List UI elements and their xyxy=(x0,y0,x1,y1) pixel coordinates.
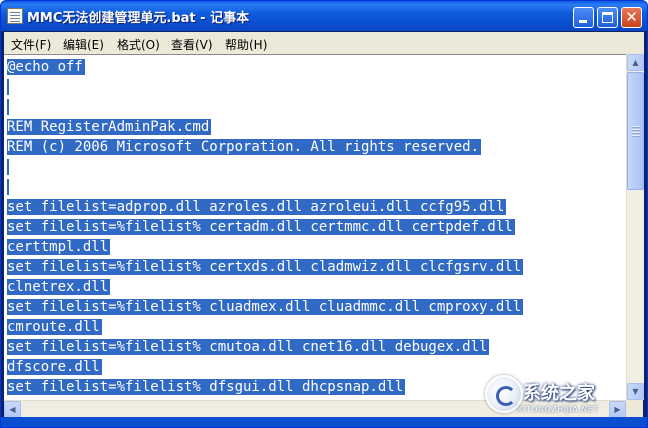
editor-line: REM (c) 2006 Microsoft Corporation. All … xyxy=(7,137,523,157)
minimize-icon xyxy=(579,20,587,23)
grip-line xyxy=(632,126,640,127)
title-bar[interactable]: MMC无法创建管理单元.bat - 记事本 ✕ xyxy=(1,1,647,31)
editor-line: @echo off xyxy=(7,57,523,77)
line-text xyxy=(7,179,9,195)
close-icon: ✕ xyxy=(625,8,638,26)
line-text: clnetrex.dll xyxy=(7,279,111,295)
window-title: MMC无法创建管理单元.bat - 记事本 xyxy=(27,11,250,26)
line-text xyxy=(7,159,9,175)
editor-line: set filelist=%filelist% cluadmex.dll clu… xyxy=(7,297,524,317)
editor-line: clnetrex.dll xyxy=(7,277,523,297)
editor-line: dfscore.dll xyxy=(7,357,523,377)
line-text: @echo off xyxy=(7,59,85,75)
notepad-window: MMC无法创建管理单元.bat - 记事本 ✕ 文件(F) 编辑(E) 格式(O… xyxy=(0,0,648,428)
line-text: set filelist=%filelist% cluadmex.dll clu… xyxy=(7,299,524,315)
minimize-button[interactable] xyxy=(573,7,594,28)
editor-line: REM RegisterAdminPak.cmd xyxy=(7,117,523,137)
scroll-left-button[interactable]: ◀ xyxy=(4,401,21,418)
editor-line: set filelist=%filelist% cmutoa.dll cnet1… xyxy=(7,337,523,357)
watermark-subtitle: XITONGZHIJIA.NET xyxy=(517,405,599,414)
menu-file[interactable]: 文件(F) xyxy=(11,36,51,53)
notepad-icon[interactable] xyxy=(7,8,23,24)
editor-line xyxy=(7,157,523,177)
vertical-scrollbar[interactable]: ▲ ▼ xyxy=(626,54,644,400)
menu-edit[interactable]: 编辑(E) xyxy=(63,36,104,53)
editor-line: set filelist=%filelist% dfsgui.dll dhcps… xyxy=(7,377,523,397)
editor-lines: @echo off REM RegisterAdminPak.cmd REM (… xyxy=(7,57,524,397)
menu-view[interactable]: 查看(V) xyxy=(171,36,213,53)
close-button[interactable]: ✕ xyxy=(621,7,642,28)
menu-format[interactable]: 格式(O) xyxy=(117,36,160,53)
editor-line: set filelist=%filelist% certadm.dll cert… xyxy=(7,217,523,237)
watermark-title: 系统之家 xyxy=(523,383,595,404)
line-text: set filelist=%filelist% dfsgui.dll dhcps… xyxy=(7,379,406,395)
chevron-up-icon: ▲ xyxy=(632,58,639,67)
line-text: set filelist=%filelist% cmutoa.dll cnet1… xyxy=(7,339,490,355)
scroll-up-button[interactable]: ▲ xyxy=(627,54,644,71)
editor-line: certtmpl.dll xyxy=(7,237,523,257)
line-text: dfscore.dll xyxy=(7,359,102,375)
site-watermark: 系统之家 XITONGZHIJIA.NET xyxy=(471,371,647,427)
line-text: cmroute.dll xyxy=(7,319,102,335)
editor-line: cmroute.dll xyxy=(7,317,523,337)
chevron-left-icon: ◀ xyxy=(9,405,16,414)
editor-line: set filelist=adprop.dll azroles.dll azro… xyxy=(7,197,523,217)
line-text: set filelist=adprop.dll azroles.dll azro… xyxy=(7,199,507,215)
scroll-thumb[interactable] xyxy=(627,72,644,190)
maximize-button[interactable] xyxy=(597,7,618,28)
grip-line xyxy=(632,132,640,133)
menu-help[interactable]: 帮助(H) xyxy=(225,36,267,53)
editor-line xyxy=(7,177,523,197)
line-text xyxy=(7,79,9,95)
line-text: certtmpl.dll xyxy=(7,239,111,255)
grip-line xyxy=(632,129,640,130)
maximize-icon xyxy=(602,12,613,23)
grip-line xyxy=(632,135,640,136)
line-text: set filelist=%filelist% certxds.dll clad… xyxy=(7,259,524,275)
editor-line xyxy=(7,97,523,117)
line-text: REM (c) 2006 Microsoft Corporation. All … xyxy=(7,139,482,155)
line-text: REM RegisterAdminPak.cmd xyxy=(7,119,212,135)
menu-bar: 文件(F) 编辑(E) 格式(O) 查看(V) 帮助(H) xyxy=(4,32,644,54)
text-editor[interactable]: @echo off REM RegisterAdminPak.cmd REM (… xyxy=(4,54,626,401)
editor-line: set filelist=%filelist% certxds.dll clad… xyxy=(7,257,524,277)
line-text xyxy=(7,99,9,115)
line-text: set filelist=%filelist% certadm.dll cert… xyxy=(7,219,515,235)
editor-line xyxy=(7,77,523,97)
